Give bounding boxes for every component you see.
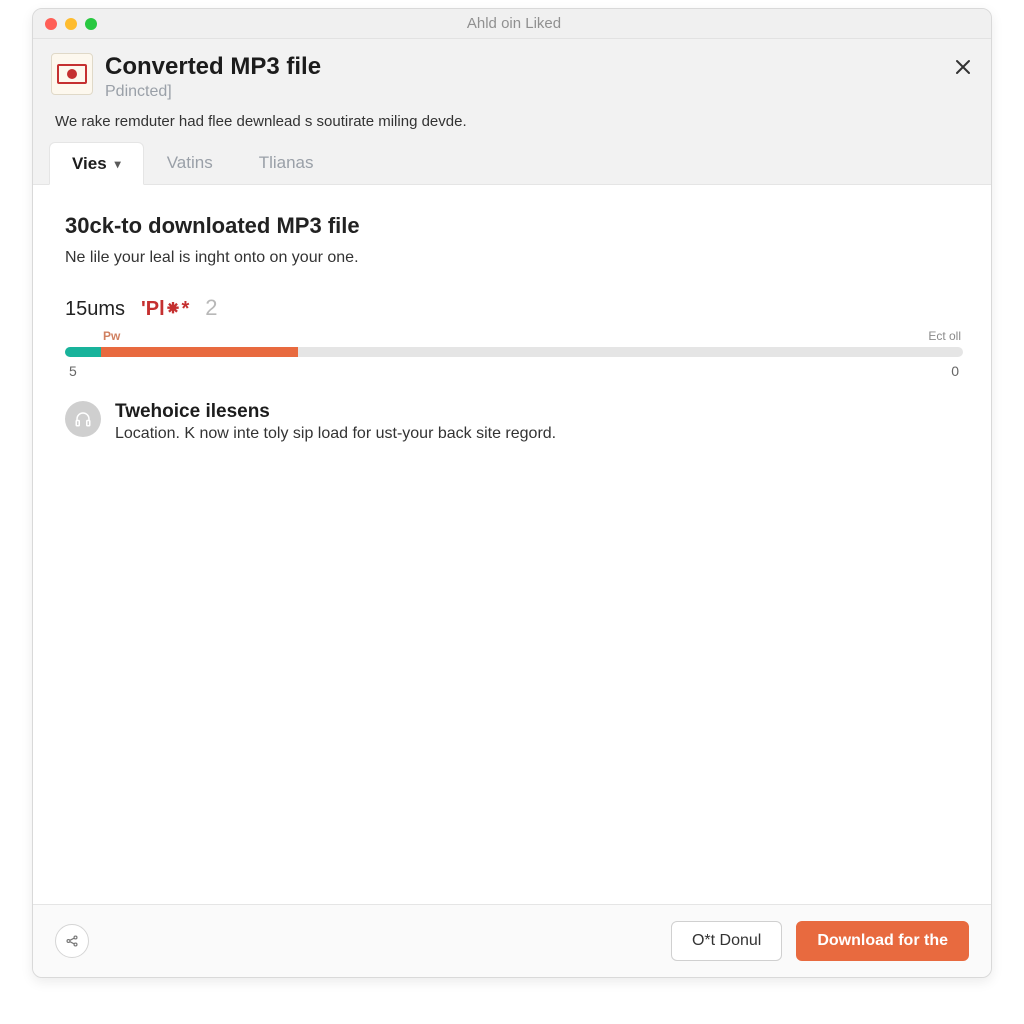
intro-text: We rake remduter had flee dewnlead s sou… xyxy=(33,111,991,138)
app-logo xyxy=(51,53,93,95)
info-subtext: Location. K now inte toly sip load for u… xyxy=(115,425,556,443)
metric-label: 'Pl⁕* xyxy=(141,296,189,321)
info-title: Twehoice ilesens xyxy=(115,401,556,423)
close-button[interactable] xyxy=(951,55,975,79)
progress-segment-1 xyxy=(65,347,101,357)
titlebar: Ahld oin Liked xyxy=(33,9,991,39)
secondary-button-label: O*t Donul xyxy=(692,932,761,949)
dialog-title: Converted MP3 file xyxy=(105,53,321,81)
primary-download-button[interactable]: Download for the xyxy=(796,921,969,961)
content-area: 30ck-to downloated MP3 file Ne lile your… xyxy=(33,185,991,904)
share-button[interactable] xyxy=(55,924,89,958)
progress-top-left: Pw xyxy=(103,329,120,343)
primary-button-label: Download for the xyxy=(817,932,948,949)
progress-bar[interactable] xyxy=(65,347,963,357)
dialog-header: Converted MP3 file Pdincted] xyxy=(33,39,991,111)
metric-count: 2 xyxy=(205,295,217,321)
tab-vies[interactable]: Vies ▾ xyxy=(49,142,144,185)
tab-label: Tlianas xyxy=(259,153,314,173)
tab-vatins[interactable]: Vatins xyxy=(144,142,236,184)
metrics-row: 15ums 'Pl⁕* 2 xyxy=(65,295,963,321)
content-heading: 30ck-to downloated MP3 file xyxy=(65,213,963,239)
tab-label: Vatins xyxy=(167,153,213,173)
progress-section: Pw Ect oll 5 0 xyxy=(65,329,963,379)
metric-time: 15ums xyxy=(65,298,125,321)
tab-tlianas[interactable]: Tlianas xyxy=(236,142,337,184)
progress-top-right: Ect oll xyxy=(928,329,961,343)
progress-bottom-right: 0 xyxy=(951,363,959,379)
content-subtext: Ne lile your leal is inght onto on your … xyxy=(65,249,963,267)
titlebar-title: Ahld oin Liked xyxy=(49,15,979,32)
headphones-icon xyxy=(74,410,92,428)
info-row: Twehoice ilesens Location. K now inte to… xyxy=(65,401,963,443)
tab-bar: Vies ▾ Vatins Tlianas xyxy=(33,142,991,185)
info-avatar xyxy=(65,401,101,437)
close-icon xyxy=(955,59,971,75)
tab-label: Vies xyxy=(72,154,107,174)
chevron-down-icon: ▾ xyxy=(115,157,121,171)
app-window: Ahld oin Liked Converted MP3 file Pdinct… xyxy=(32,8,992,978)
dialog-footer: O*t Donul Download for the xyxy=(33,904,991,977)
share-icon xyxy=(65,934,79,948)
progress-segment-2 xyxy=(101,347,299,357)
progress-bottom-left: 5 xyxy=(69,363,77,379)
dialog-subtitle: Pdincted] xyxy=(105,83,321,101)
secondary-button[interactable]: O*t Donul xyxy=(671,921,782,961)
